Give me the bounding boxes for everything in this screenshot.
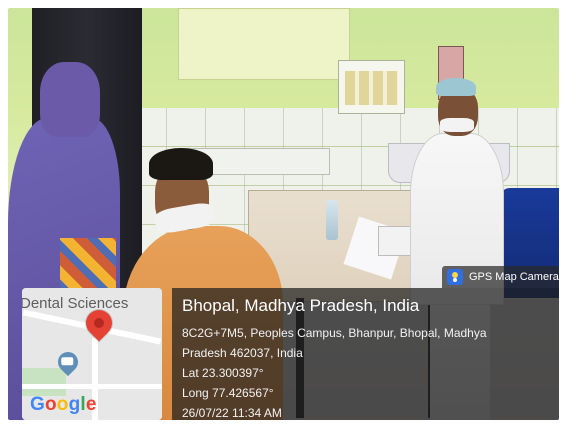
latitude: Lat 23.300397° (182, 366, 264, 380)
woman-head (40, 62, 100, 137)
window (178, 8, 350, 80)
nurse-cap (436, 78, 476, 96)
location-title: Bhopal, Madhya Pradesh, India (182, 296, 420, 315)
gps-map-camera-icon (447, 269, 463, 285)
longitude: Long 77.426567° (182, 386, 274, 400)
location-info-panel: Bhopal, Madhya Pradesh, India 8C2G+7M5, … (172, 288, 559, 420)
nurse-mask (440, 118, 474, 132)
address-line-1: 8C2G+7M5, Peoples Campus, Bhanpur, Bhopa… (182, 326, 487, 340)
address-line-2: Pradesh 462037, India (182, 346, 303, 360)
wall-poster (338, 60, 405, 114)
google-logo: Google (30, 394, 97, 415)
map-thumbnail: Dental Sciences Google (22, 288, 162, 420)
man-hair (149, 148, 213, 180)
map-park (22, 368, 66, 396)
photo-frame: GPS Map Camera Dental Sciences Google Bh… (0, 0, 567, 428)
map-place-label: Dental Sciences (22, 295, 129, 312)
map-road (22, 384, 162, 389)
gps-map-camera-badge: GPS Map Camera (442, 266, 559, 288)
timestamp: 26/07/22 11:34 AM (182, 406, 282, 420)
sanitizer-bottle (326, 200, 338, 240)
clinic-photo: GPS Map Camera Dental Sciences Google Bh… (8, 8, 559, 420)
poster-graphics (345, 71, 398, 105)
gps-map-camera-label: GPS Map Camera (469, 271, 559, 283)
